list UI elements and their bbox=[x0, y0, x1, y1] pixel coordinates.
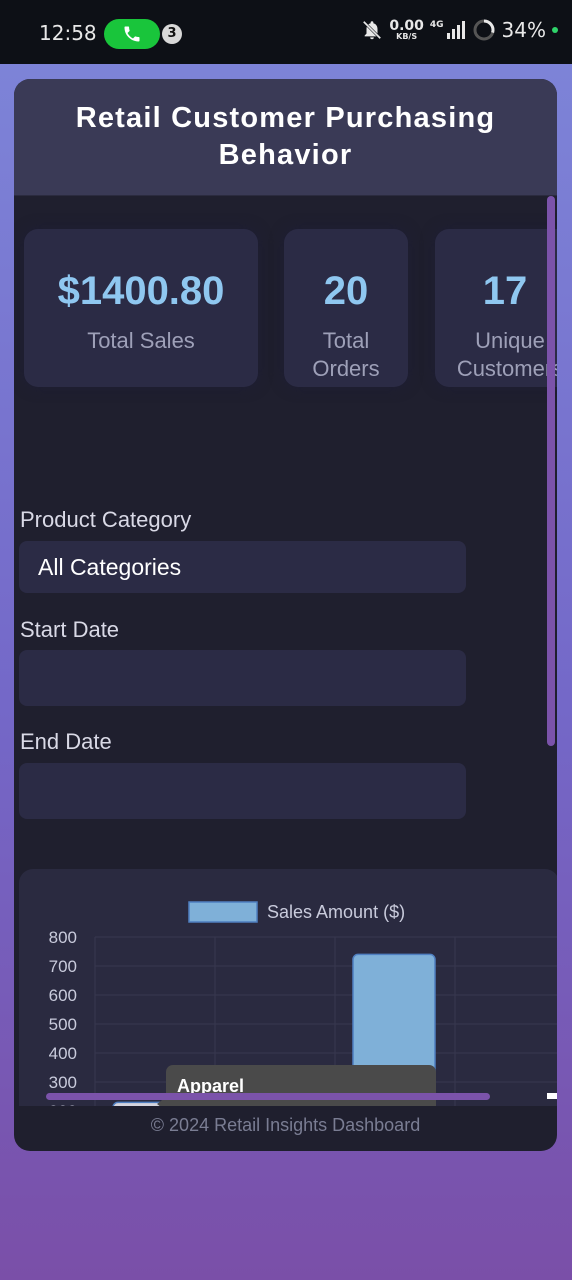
end-date-label: End Date bbox=[20, 729, 112, 754]
y-tick-label: 700 bbox=[49, 957, 77, 976]
card-header: Retail Customer Purchasing Behavior bbox=[14, 79, 557, 196]
stat-label: Total Orders bbox=[312, 328, 380, 381]
signal-icon bbox=[446, 21, 465, 39]
stat-total-orders: 20 Total Orders bbox=[284, 229, 408, 387]
legend-label: Sales Amount ($) bbox=[267, 902, 405, 922]
notification-count-badge: 3 bbox=[162, 24, 182, 44]
category-select[interactable]: All Categories bbox=[19, 541, 466, 593]
status-time: 12:58 bbox=[39, 21, 97, 45]
privacy-indicator-dot bbox=[552, 27, 558, 33]
footer-text: © 2024 Retail Insights Dashboard bbox=[150, 1115, 421, 1135]
y-tick-label: 600 bbox=[49, 986, 77, 1005]
dashboard-content[interactable]: $1400.80 Total Sales 20 Total Orders 17 … bbox=[14, 196, 557, 1106]
bell-muted-icon bbox=[363, 20, 382, 40]
horizontal-scrollbar[interactable] bbox=[46, 1093, 490, 1100]
stat-value: 17 bbox=[482, 269, 528, 313]
start-date-input[interactable] bbox=[19, 650, 466, 706]
end-date-input[interactable] bbox=[19, 763, 466, 819]
category-label: Product Category bbox=[20, 507, 192, 532]
dashboard-card: Retail Customer Purchasing Behavior $140… bbox=[14, 79, 557, 1151]
y-tick-label: 500 bbox=[49, 1015, 77, 1034]
network-speed: 0.00 KB/S bbox=[389, 18, 424, 41]
y-tick-label: 200 bbox=[49, 1102, 77, 1106]
ongoing-call-button[interactable] bbox=[104, 19, 160, 49]
stat-value: $1400.80 bbox=[57, 269, 225, 313]
vertical-scrollbar[interactable] bbox=[547, 196, 555, 746]
phone-icon bbox=[124, 26, 140, 42]
sales-bar-chart: Sales Amount ($)800700600500400300200100… bbox=[49, 901, 557, 1106]
stat-label: Total Sales bbox=[87, 328, 195, 353]
battery-ring-icon bbox=[473, 19, 495, 41]
stat-unique-customers: 17 Unique Customers bbox=[435, 229, 557, 387]
y-tick-label: 400 bbox=[49, 1044, 77, 1063]
network-type: 4G bbox=[429, 20, 444, 30]
y-tick-label: 300 bbox=[49, 1073, 77, 1092]
start-date-label: Start Date bbox=[20, 617, 120, 642]
stat-value: 20 bbox=[323, 269, 369, 313]
scrollbar-end-marker bbox=[547, 1093, 557, 1099]
status-bar: 12:58 3 0.00 KB/S 4G 34% bbox=[0, 0, 572, 64]
page-title: Retail Customer Purchasing Behavior bbox=[75, 102, 496, 171]
sales-chart-panel: Sales Amount ($)800700600500400300200100… bbox=[19, 869, 557, 1106]
legend-swatch bbox=[188, 901, 258, 923]
y-tick-label: 800 bbox=[49, 928, 77, 947]
stat-total-sales: $1400.80 Total Sales bbox=[24, 229, 258, 387]
stat-label: Unique Customers bbox=[456, 328, 557, 381]
battery-percent: 34% bbox=[501, 18, 546, 42]
